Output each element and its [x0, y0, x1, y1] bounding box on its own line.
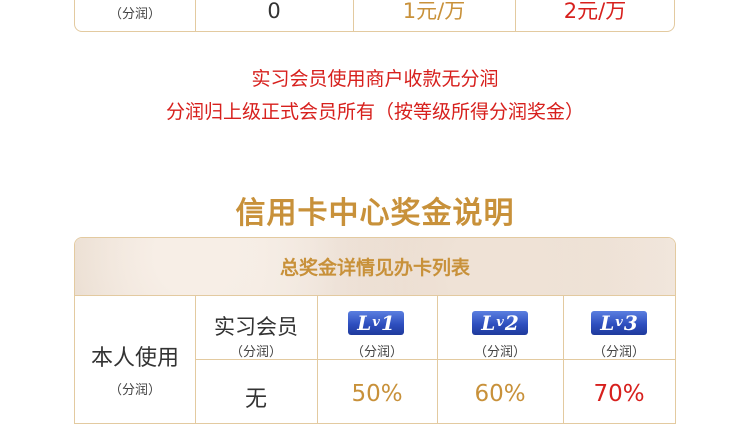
table-banner: 总奖金详情见办卡列表 [75, 238, 675, 295]
commission-table-top: （分润） 0 1元/万 2元/万 [74, 0, 675, 32]
column-sub: （分润） [473, 345, 526, 360]
note-line-2: 分润归上级正式会员所有（按等级所得分润奖金） [165, 101, 584, 123]
column-intern: 实习会员 [214, 315, 298, 339]
row-sub-label: （分润） [108, 7, 161, 22]
value-lv1: 50% [351, 381, 403, 407]
banner-title: 总奖金详情见办卡列表 [279, 257, 470, 279]
note-line-1: 实习会员使用商户收款无分润 [251, 68, 499, 90]
value-cell: 1元/万 [402, 0, 466, 23]
column-sub: （分润） [229, 345, 282, 360]
value-lv2: 60% [474, 381, 526, 407]
section-title: 信用卡中心奖金说明 [235, 196, 515, 231]
value-intern: 无 [244, 387, 267, 412]
value-cell: 2元/万 [563, 0, 627, 23]
value-cell: 0 [267, 0, 281, 23]
level-1-badge: Lv1 [348, 311, 404, 335]
level-3-badge: Lv3 [591, 311, 647, 335]
value-lv3: 70% [593, 381, 645, 407]
divider [75, 295, 675, 296]
bonus-table: 总奖金详情见办卡列表 本人使用 （分润） 实习会员 （分润） Lv1 （分润） … [74, 237, 676, 424]
column-sub: （分润） [350, 345, 403, 360]
column-sub: （分润） [592, 345, 645, 360]
row-sub: （分润） [108, 383, 161, 398]
level-2-badge: Lv2 [472, 311, 528, 335]
row-title: 本人使用 [90, 346, 179, 371]
